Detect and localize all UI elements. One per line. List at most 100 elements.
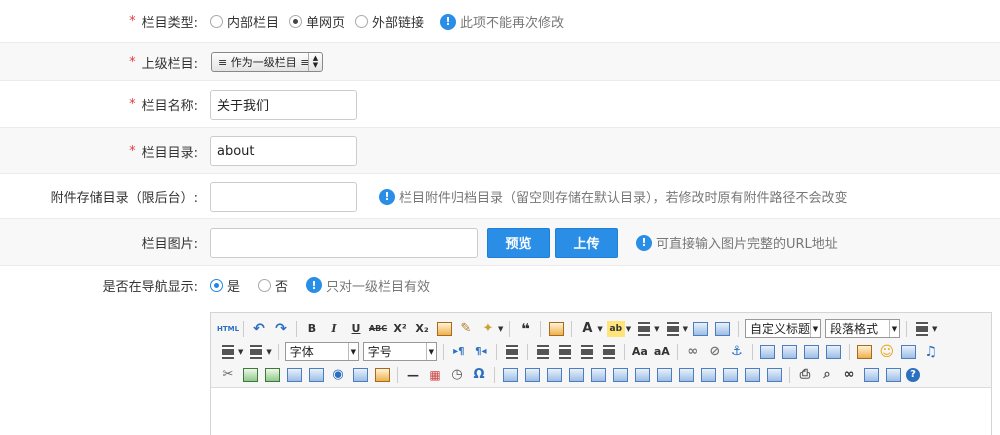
- link-icon[interactable]: ∞: [684, 344, 702, 360]
- music-icon[interactable]: ♫: [922, 344, 940, 360]
- attachment-icon[interactable]: ✂: [219, 367, 237, 383]
- align-center-icon[interactable]: [556, 344, 574, 360]
- delete-table-icon[interactable]: [523, 367, 541, 383]
- underline-icon[interactable]: U: [347, 321, 365, 337]
- delete-col-icon[interactable]: [633, 367, 651, 383]
- font-size-select[interactable]: 字号 ▼: [362, 342, 437, 361]
- bold-icon[interactable]: B: [303, 321, 321, 337]
- delete-row-icon[interactable]: [589, 367, 607, 383]
- blockquote-icon[interactable]: ❝: [516, 320, 534, 338]
- subscript-icon[interactable]: X₂: [413, 321, 431, 337]
- column-type-label: * 栏目类型:: [129, 0, 198, 43]
- radio-circle-checked[interactable]: [210, 278, 223, 292]
- ltr-icon[interactable]: ▸¶: [450, 344, 468, 360]
- clear-doc-icon[interactable]: [714, 321, 732, 337]
- web-page-icon[interactable]: ◉: [329, 367, 347, 383]
- align-justify-icon[interactable]: [600, 344, 618, 360]
- toolbar-row-1: HTML ↶ ↷ B I U ABC X² X₂ ✎ ✦ ▼ ❝ A ▼ ab ▼ ▼…: [216, 319, 938, 338]
- column-name-input[interactable]: 关于我们: [210, 89, 357, 120]
- toolbar-row-2: ▼ ▼ 字体 ▼ 字号 ▼ ▸¶ ¶◂ Aa aA ∞ ⊘ ⚓ ☺ ♫: [217, 340, 987, 363]
- image-none-icon[interactable]: [759, 344, 777, 360]
- special-char-icon[interactable]: Ω: [470, 367, 488, 383]
- drafts-icon[interactable]: [862, 367, 880, 383]
- eraser-icon[interactable]: [435, 321, 453, 337]
- background-color-icon[interactable]: ab: [606, 320, 625, 337]
- insert-table-icon[interactable]: [501, 367, 519, 383]
- editor-content-area[interactable]: [211, 388, 991, 435]
- paste-text-icon[interactable]: [547, 321, 565, 337]
- video-icon[interactable]: [900, 344, 918, 360]
- strikethrough-icon[interactable]: ABC: [369, 321, 387, 337]
- superscript-icon[interactable]: X²: [391, 321, 409, 337]
- date-icon[interactable]: ▦: [426, 367, 444, 383]
- rtl-icon[interactable]: ¶◂: [472, 344, 490, 360]
- parent-column-select[interactable]: ≡ 作为一级栏目 ≡ ▲ ▼: [211, 52, 323, 72]
- align-right-icon[interactable]: [578, 344, 596, 360]
- column-dir-input[interactable]: about: [210, 136, 357, 166]
- line-height-icon[interactable]: [247, 344, 265, 360]
- insert-frame-icon[interactable]: [285, 367, 303, 383]
- ordered-list-icon[interactable]: [635, 321, 653, 337]
- anchor-icon[interactable]: ⚓: [728, 344, 746, 360]
- radio-external[interactable]: 外部链接: [355, 12, 424, 31]
- merge-right-icon[interactable]: [677, 367, 695, 383]
- emotion-icon[interactable]: ☺: [878, 344, 896, 360]
- insert-paragraph-before-icon[interactable]: [545, 367, 563, 383]
- merge-cells-icon[interactable]: [655, 367, 673, 383]
- preview-button[interactable]: 预览: [487, 227, 550, 258]
- simple-upload-icon[interactable]: [856, 344, 874, 360]
- insert-code-icon[interactable]: [307, 367, 325, 383]
- word-image-icon[interactable]: [884, 367, 902, 383]
- font-family-select[interactable]: 字体 ▼: [284, 342, 359, 361]
- undo-icon[interactable]: ↶: [250, 321, 268, 337]
- upload-button[interactable]: 上传: [555, 227, 618, 258]
- italic-icon[interactable]: I: [325, 321, 343, 337]
- split-rows-icon[interactable]: [743, 367, 761, 383]
- image-left-icon[interactable]: [781, 344, 799, 360]
- html-source-icon[interactable]: HTML: [217, 321, 239, 337]
- print-icon[interactable]: ⎙: [796, 367, 814, 383]
- help-icon[interactable]: ?: [906, 367, 920, 382]
- image-right-icon[interactable]: [803, 344, 821, 360]
- insert-col-icon[interactable]: [611, 367, 629, 383]
- background-icon[interactable]: [373, 367, 391, 383]
- horizontal-rule-icon[interactable]: —: [404, 367, 422, 383]
- search-replace-icon[interactable]: ∞: [840, 367, 858, 383]
- split-cols-icon[interactable]: [765, 367, 783, 383]
- lowercase-icon[interactable]: aA: [653, 344, 671, 360]
- radio-nav-no[interactable]: 否: [258, 276, 288, 295]
- radio-circle[interactable]: [210, 15, 223, 28]
- custom-title-select[interactable]: 自定义标题 ▼: [744, 319, 821, 338]
- row-spacing-bottom-icon[interactable]: [219, 344, 237, 360]
- radio-internal[interactable]: 内部栏目: [210, 12, 279, 31]
- format-brush-icon[interactable]: ✎: [457, 321, 475, 337]
- multi-image-icon[interactable]: [241, 367, 259, 383]
- column-name-label: * 栏目名称:: [129, 81, 198, 128]
- align-left-icon[interactable]: [534, 344, 552, 360]
- redo-icon[interactable]: ↷: [272, 321, 290, 337]
- unlink-icon[interactable]: ⊘: [706, 344, 724, 360]
- radio-nav-yes[interactable]: 是: [210, 276, 240, 295]
- image-center-icon[interactable]: [825, 344, 843, 360]
- select-all-icon[interactable]: [692, 321, 710, 337]
- attach-dir-input[interactable]: [210, 181, 357, 212]
- indent-icon[interactable]: [503, 344, 521, 360]
- split-cells-icon[interactable]: [721, 367, 739, 383]
- merge-down-icon[interactable]: [699, 367, 717, 383]
- scrawl-icon[interactable]: [263, 367, 281, 383]
- paragraph-format-select[interactable]: 段落格式 ▼: [824, 319, 900, 338]
- uppercase-icon[interactable]: Aa: [631, 344, 649, 360]
- column-image-input[interactable]: [210, 227, 478, 258]
- preview-icon[interactable]: ⌕: [818, 367, 836, 383]
- unordered-list-icon[interactable]: [664, 321, 682, 337]
- template-icon[interactable]: [351, 367, 369, 383]
- row-spacing-top-icon[interactable]: [913, 321, 931, 337]
- radio-circle[interactable]: [355, 15, 369, 28]
- time-icon[interactable]: ◷: [448, 367, 466, 383]
- radio-circle[interactable]: [258, 278, 272, 292]
- insert-row-icon[interactable]: [567, 367, 585, 383]
- radio-single-page[interactable]: 单网页: [289, 12, 345, 31]
- font-color-icon[interactable]: A: [578, 321, 596, 337]
- radio-circle-checked[interactable]: [289, 15, 303, 28]
- auto-format-icon[interactable]: ✦: [479, 321, 497, 337]
